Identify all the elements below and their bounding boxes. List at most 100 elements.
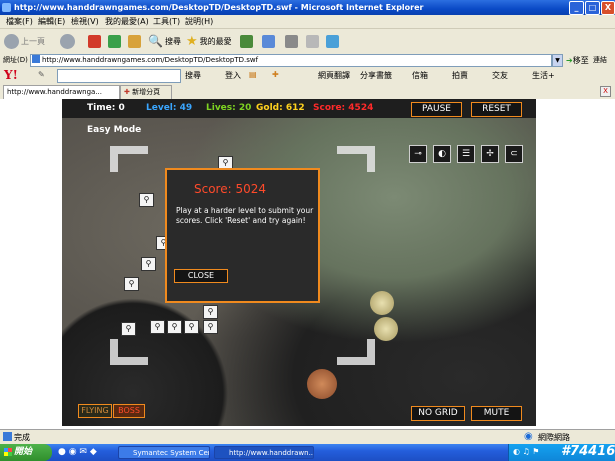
home-icon (128, 34, 141, 48)
mail-button[interactable] (262, 31, 277, 51)
share-bookmarks-button[interactable]: 分享書籤 (360, 70, 392, 81)
tower[interactable]: ⚲ (203, 305, 218, 319)
tower[interactable]: ⚲ (124, 277, 139, 291)
plus-icon: ✚ (124, 88, 130, 96)
close-tab-button[interactable]: X (600, 86, 611, 97)
flying-button[interactable]: FLYING (78, 404, 112, 418)
lives-display: Lives: 20 (206, 103, 252, 113)
maximize-button[interactable]: □ (585, 1, 600, 15)
history-button[interactable] (240, 31, 255, 51)
tab-bar: http://www.handdrawnga... ✚ 新增分頁 X (0, 84, 615, 100)
address-dropdown-button[interactable]: ▼ (552, 54, 563, 67)
tower[interactable]: ⚲ (150, 320, 165, 334)
refresh-button[interactable] (108, 31, 123, 51)
menu-tools[interactable]: 工具(T) (153, 16, 180, 27)
friends-link[interactable]: 交友 (492, 70, 508, 81)
start-label: 開始 (14, 447, 33, 457)
menu-view[interactable]: 檢視(V) (71, 16, 99, 27)
window-title: http://www.handdrawngames.com/DesktopTD/… (14, 3, 424, 12)
reset-button[interactable]: RESET (471, 102, 522, 117)
mute-button[interactable]: MUTE (471, 406, 522, 421)
menu-file[interactable]: 檔案(F) (6, 16, 33, 27)
tower[interactable]: ⚲ (139, 193, 154, 207)
tools-icon[interactable]: ✚ (272, 70, 279, 79)
menu-help[interactable]: 說明(H) (185, 16, 213, 27)
game-hud: Time: 0 Level: 49 Lives: 20 Gold: 612 Sc… (62, 99, 536, 118)
address-bar: 網址(D) http://www.handdrawngames.com/Desk… (0, 53, 615, 68)
zone-label: 網際網路 (538, 433, 570, 442)
time-display: Time: 0 (87, 103, 125, 113)
address-url: http://www.handdrawngames.com/DesktopTD/… (42, 56, 259, 64)
menu-edit[interactable]: 編輯(E) (38, 16, 65, 27)
tower[interactable]: ⚲ (141, 257, 156, 271)
auction-link[interactable]: 拍賣 (452, 70, 468, 81)
new-tab-label: 新增分頁 (132, 88, 161, 96)
tab-active[interactable]: http://www.handdrawnga... (3, 85, 120, 99)
tower-tool-1[interactable]: ⊸ (409, 145, 427, 163)
forward-button[interactable] (60, 31, 77, 51)
mail-link[interactable]: 信箱 (412, 70, 428, 81)
tower-tool-5[interactable]: ⊂ (505, 145, 523, 163)
no-grid-button[interactable]: NO GRID (411, 406, 465, 421)
edit-icon (306, 34, 319, 48)
minimize-button[interactable]: _ (569, 1, 584, 15)
penny-decoration (307, 369, 337, 399)
tower[interactable]: ⚲ (203, 320, 218, 334)
life-link[interactable]: 生活+ (532, 70, 555, 81)
quicklaunch-icons[interactable]: ● ◉ ✉ ◆ (58, 447, 97, 457)
search-label: 搜尋 (164, 36, 181, 46)
search-button[interactable]: 🔍 搜尋 (148, 31, 181, 51)
dialog-close-button[interactable]: CLOSE (174, 269, 228, 283)
tray-icons[interactable]: ◐ ♫ ⚑ (513, 447, 539, 456)
search-icon: 🔍 (148, 34, 163, 48)
address-input[interactable]: http://www.handdrawngames.com/DesktopTD/… (30, 54, 552, 67)
yahoo-search-button[interactable]: 搜尋 (185, 70, 201, 81)
task-symantec[interactable]: Symantec System Cent... (118, 446, 210, 459)
back-button[interactable]: 上一頁 (4, 31, 45, 51)
pencil-icon[interactable]: ✎ (38, 70, 45, 79)
tower-tool-3[interactable]: ☰ (457, 145, 475, 163)
flash-game[interactable]: Time: 0 Level: 49 Lives: 20 Gold: 612 Sc… (62, 99, 536, 426)
page-status-icon (3, 432, 12, 441)
windows-logo-icon (4, 448, 12, 456)
mode-label: Easy Mode (87, 125, 142, 135)
back-label: 上一頁 (21, 36, 45, 46)
gold-display: Gold: 612 (256, 103, 305, 113)
menu-favorites[interactable]: 我的最愛(A) (105, 16, 149, 27)
links-label[interactable]: 連結 (593, 55, 607, 65)
edit-button[interactable] (306, 31, 321, 51)
tower-tool-4[interactable]: ✢ (481, 145, 499, 163)
favorites-button[interactable]: ★ 我的最愛 (186, 31, 232, 51)
address-label: 網址(D) (3, 56, 28, 64)
messenger-icon (326, 34, 339, 48)
yahoo-logo[interactable]: Y! (4, 68, 18, 82)
bookmark-icon[interactable]: ▤ (249, 70, 257, 79)
field-corner-br (337, 339, 375, 365)
new-tab-button[interactable]: ✚ 新增分頁 (120, 85, 172, 99)
boss-button[interactable]: BOSS (113, 404, 145, 418)
page-icon (32, 55, 40, 63)
tower[interactable]: ⚲ (184, 320, 199, 334)
title-bar: http://www.handdrawngames.com/DesktopTD/… (0, 0, 615, 15)
messenger-button[interactable] (326, 31, 341, 51)
favorites-label: 我的最愛 (199, 36, 232, 46)
tower[interactable]: ⚲ (167, 320, 182, 334)
tab-active-label: http://www.handdrawnga... (7, 88, 102, 96)
tower[interactable]: ⚲ (121, 322, 136, 336)
field-corner-tl (110, 146, 148, 172)
go-button[interactable]: ➔移至 (566, 55, 589, 66)
print-button[interactable] (285, 31, 300, 51)
tower-tool-2[interactable]: ◐ (433, 145, 451, 163)
yahoo-search-input[interactable] (57, 69, 181, 83)
close-window-button[interactable]: X (601, 1, 615, 15)
task-ie[interactable]: http://www.handdrawn... (214, 446, 314, 459)
history-icon (240, 34, 253, 48)
status-text: 完成 (14, 433, 30, 442)
score-display: Score: 4524 (313, 103, 374, 113)
translate-button[interactable]: 網頁翻譯 (318, 70, 350, 81)
stop-button[interactable] (88, 31, 103, 51)
signin-button[interactable]: 登入 (225, 70, 241, 81)
pause-button[interactable]: PAUSE (411, 102, 462, 117)
field-corner-tr (337, 146, 375, 172)
home-button[interactable] (128, 31, 143, 51)
